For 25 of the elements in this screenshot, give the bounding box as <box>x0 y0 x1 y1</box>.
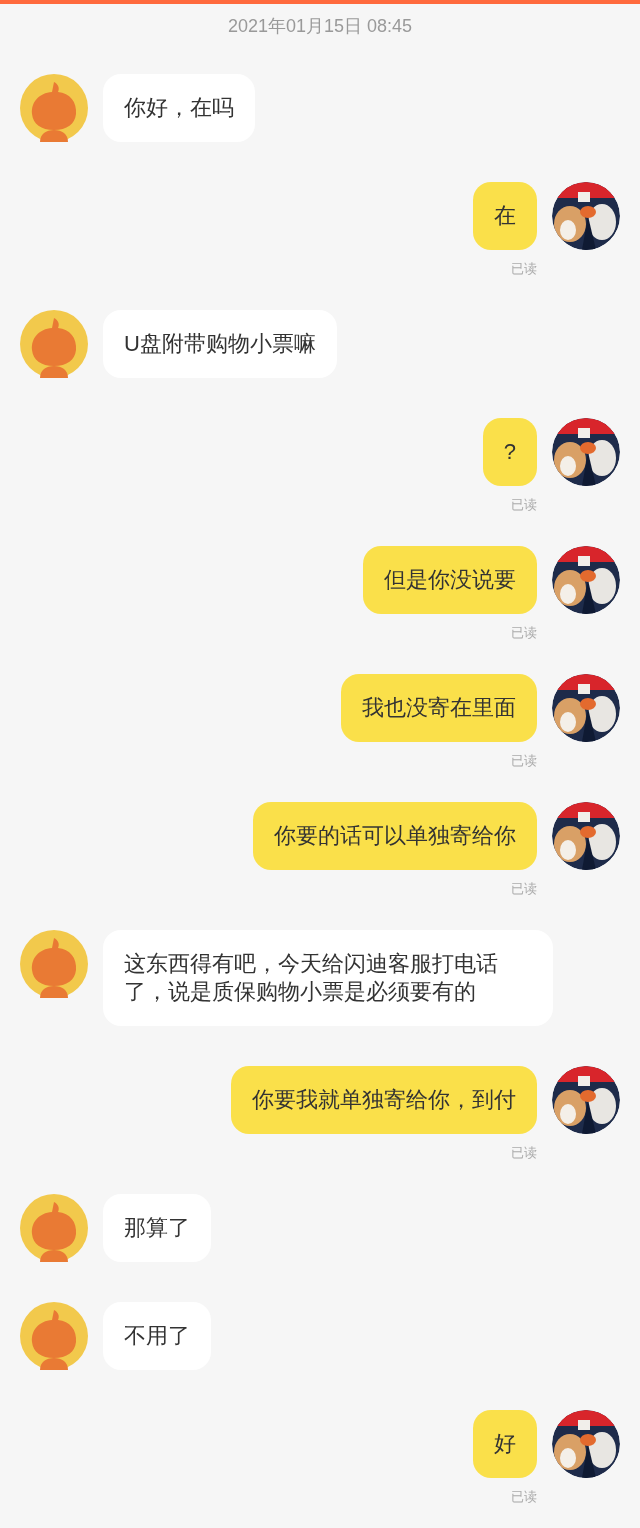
read-status: 已读 <box>511 624 537 642</box>
read-status: 已读 <box>511 1488 537 1506</box>
avatar-icon <box>20 1194 88 1262</box>
read-status: 已读 <box>511 1144 537 1162</box>
message-bubble: 不用了 <box>103 1302 211 1370</box>
read-status: 已读 <box>511 496 537 514</box>
message-bubble: 你好，在吗 <box>103 74 255 142</box>
avatar-icon <box>20 74 88 142</box>
avatar-icon <box>20 1302 88 1370</box>
message-bubble: ? <box>482 418 537 486</box>
read-status: 已读 <box>511 880 537 898</box>
avatar-icon <box>20 310 88 378</box>
message-bubble: 我也没寄在里面 <box>341 674 537 742</box>
message-bubble: 但是你没说要 <box>363 546 537 614</box>
timestamp: 2021年01月15日 08:45 <box>227 15 413 38</box>
message-bubble: 那算了 <box>103 1194 211 1262</box>
message-bubble: 在 <box>473 182 537 250</box>
message-bubble: U盘附带购物小票嘛 <box>103 310 337 378</box>
message-bubble: 好 <box>473 1410 537 1478</box>
message-bubble: 你要我就单独寄给你，到付 <box>231 1066 537 1134</box>
read-status: 已读 <box>511 752 537 770</box>
read-status: 已读 <box>511 260 537 278</box>
message-bubble: 你要的话可以单独寄给你 <box>253 802 537 870</box>
message-bubble: 这东西得有吧，今天给闪迪客服打电话了，说是质保购物小票是必须要有的 <box>103 930 553 1026</box>
avatar-icon <box>20 930 88 998</box>
